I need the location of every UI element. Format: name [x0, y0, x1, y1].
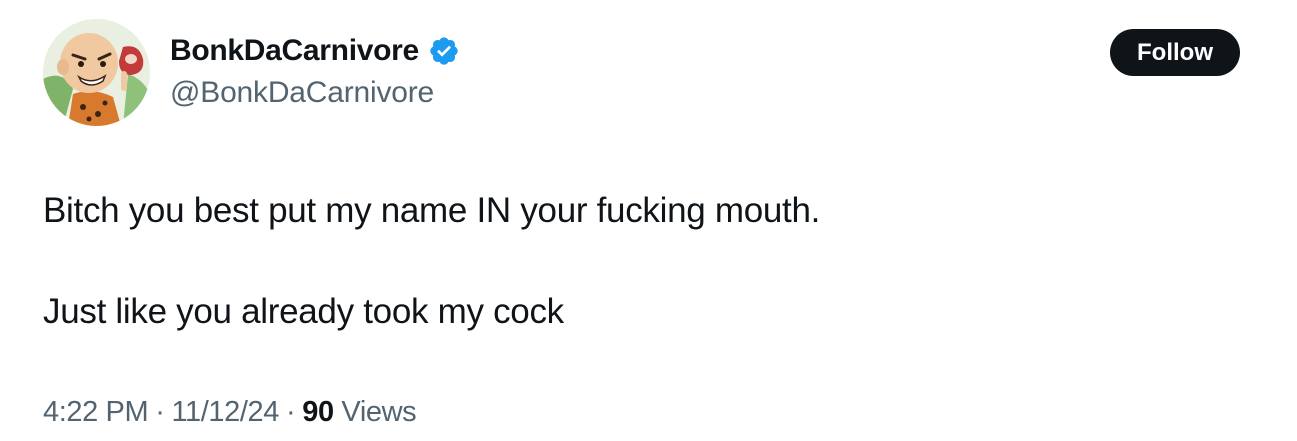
views-count[interactable]: 90 [302, 396, 334, 428]
tweet-date[interactable]: 11/12/24 [171, 396, 279, 428]
display-name[interactable]: BonkDaCarnivore [170, 31, 419, 71]
meta-separator: · [286, 396, 296, 428]
tweet-text-line: Just like you already took my cock [43, 292, 564, 331]
author-handle[interactable]: @BonkDaCarnivore [170, 73, 434, 113]
views-label[interactable]: Views [341, 396, 416, 428]
follow-button[interactable]: Follow [1110, 29, 1240, 76]
tweet-time[interactable]: 4:22 PM [43, 396, 149, 428]
tweet-text-line: Bitch you best put my name IN your fucki… [43, 191, 821, 230]
tweet-text: Bitch you best put my name IN your fucki… [43, 186, 1243, 337]
avatar-illustration [43, 19, 150, 126]
author-name-row: BonkDaCarnivore [170, 31, 460, 71]
meta-separator: · [155, 396, 165, 428]
tweet-card: BonkDaCarnivore @BonkDaCarnivore Follow … [0, 0, 1297, 441]
avatar[interactable] [43, 19, 150, 126]
tweet-meta: 4:22 PM · 11/12/24 · 90 Views [43, 392, 417, 432]
verified-badge-icon[interactable] [428, 35, 460, 67]
